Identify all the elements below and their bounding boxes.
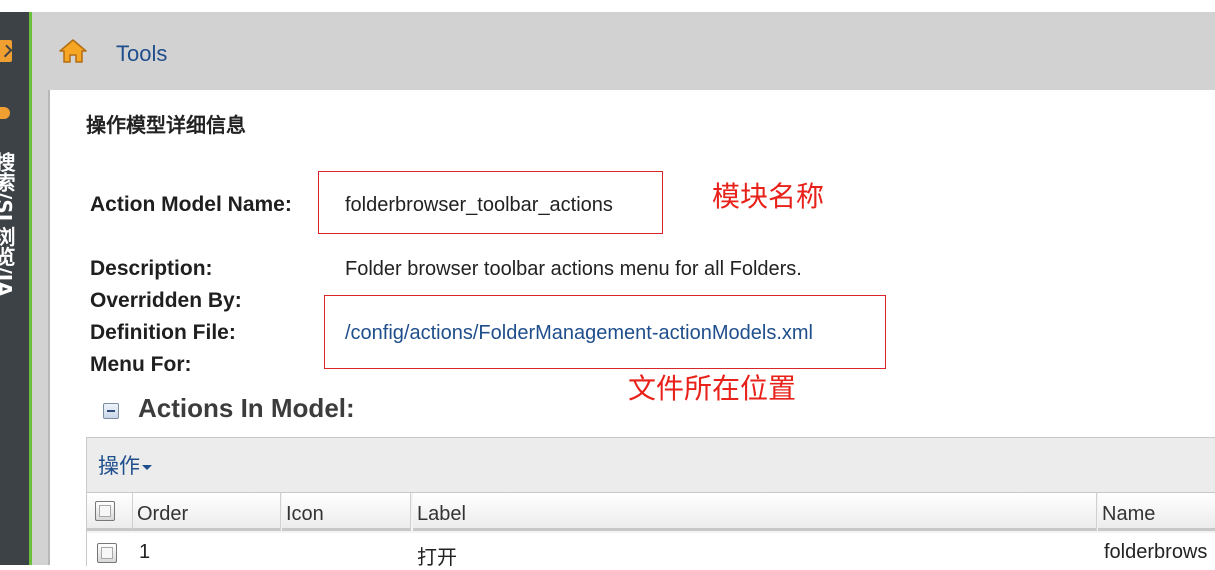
column-header-name[interactable]: Name [1098, 493, 1215, 531]
left-sidebar: 搜索/SL浏览/IA [0, 12, 32, 565]
search-tab-icon[interactable] [0, 107, 10, 119]
operations-menu[interactable]: 操作 [98, 450, 152, 480]
expand-arrow-icon[interactable] [0, 40, 12, 62]
column-header-order[interactable]: Order [133, 493, 281, 531]
row-order: 1 [139, 541, 151, 563]
sidebar-vertical-label[interactable]: 搜索/SL浏览/IA [0, 152, 16, 297]
breadcrumb-tools[interactable]: Tools [116, 41, 167, 67]
action-model-name-label: Action Model Name: [90, 193, 292, 216]
menu-for-label: Menu For: [90, 353, 192, 376]
operations-menu-label: 操作 [98, 455, 140, 478]
section-title: Actions In Model: [138, 393, 355, 423]
row-checkbox[interactable] [97, 543, 117, 563]
definition-highlight-box [324, 295, 886, 369]
window-top-strip [0, 0, 1215, 12]
row-label: 打开 [417, 547, 457, 569]
collapse-icon[interactable] [103, 403, 119, 419]
page-header: Tools [32, 12, 1215, 90]
select-all-header [87, 493, 133, 531]
table-toolbar: 操作 [87, 438, 1215, 493]
table-header-row: Order Icon Label Name [87, 493, 1215, 533]
column-header-label[interactable]: Label [413, 493, 1097, 531]
actions-table: 操作 Order Icon Label Name 1 打开 folderbrow… [86, 437, 1215, 569]
table-row[interactable]: 1 打开 folderbrows [87, 535, 1215, 569]
definition-file-label: Definition File: [90, 321, 236, 344]
description-value: Folder browser toolbar actions menu for … [345, 258, 802, 280]
description-label: Description: [90, 257, 213, 280]
module-name-annotation: 模块名称 [712, 180, 825, 213]
panel-left-edge [32, 90, 50, 565]
row-name: folderbrows [1104, 541, 1208, 563]
page-title: 操作模型详细信息 [86, 115, 246, 137]
column-header-icon[interactable]: Icon [282, 493, 411, 531]
file-location-annotation: 文件所在位置 [628, 372, 797, 405]
select-all-checkbox[interactable] [95, 501, 115, 521]
overridden-by-label: Overridden By: [90, 289, 242, 312]
home-icon[interactable] [58, 38, 88, 64]
chevron-down-icon [142, 464, 152, 470]
name-highlight-box [318, 171, 663, 234]
